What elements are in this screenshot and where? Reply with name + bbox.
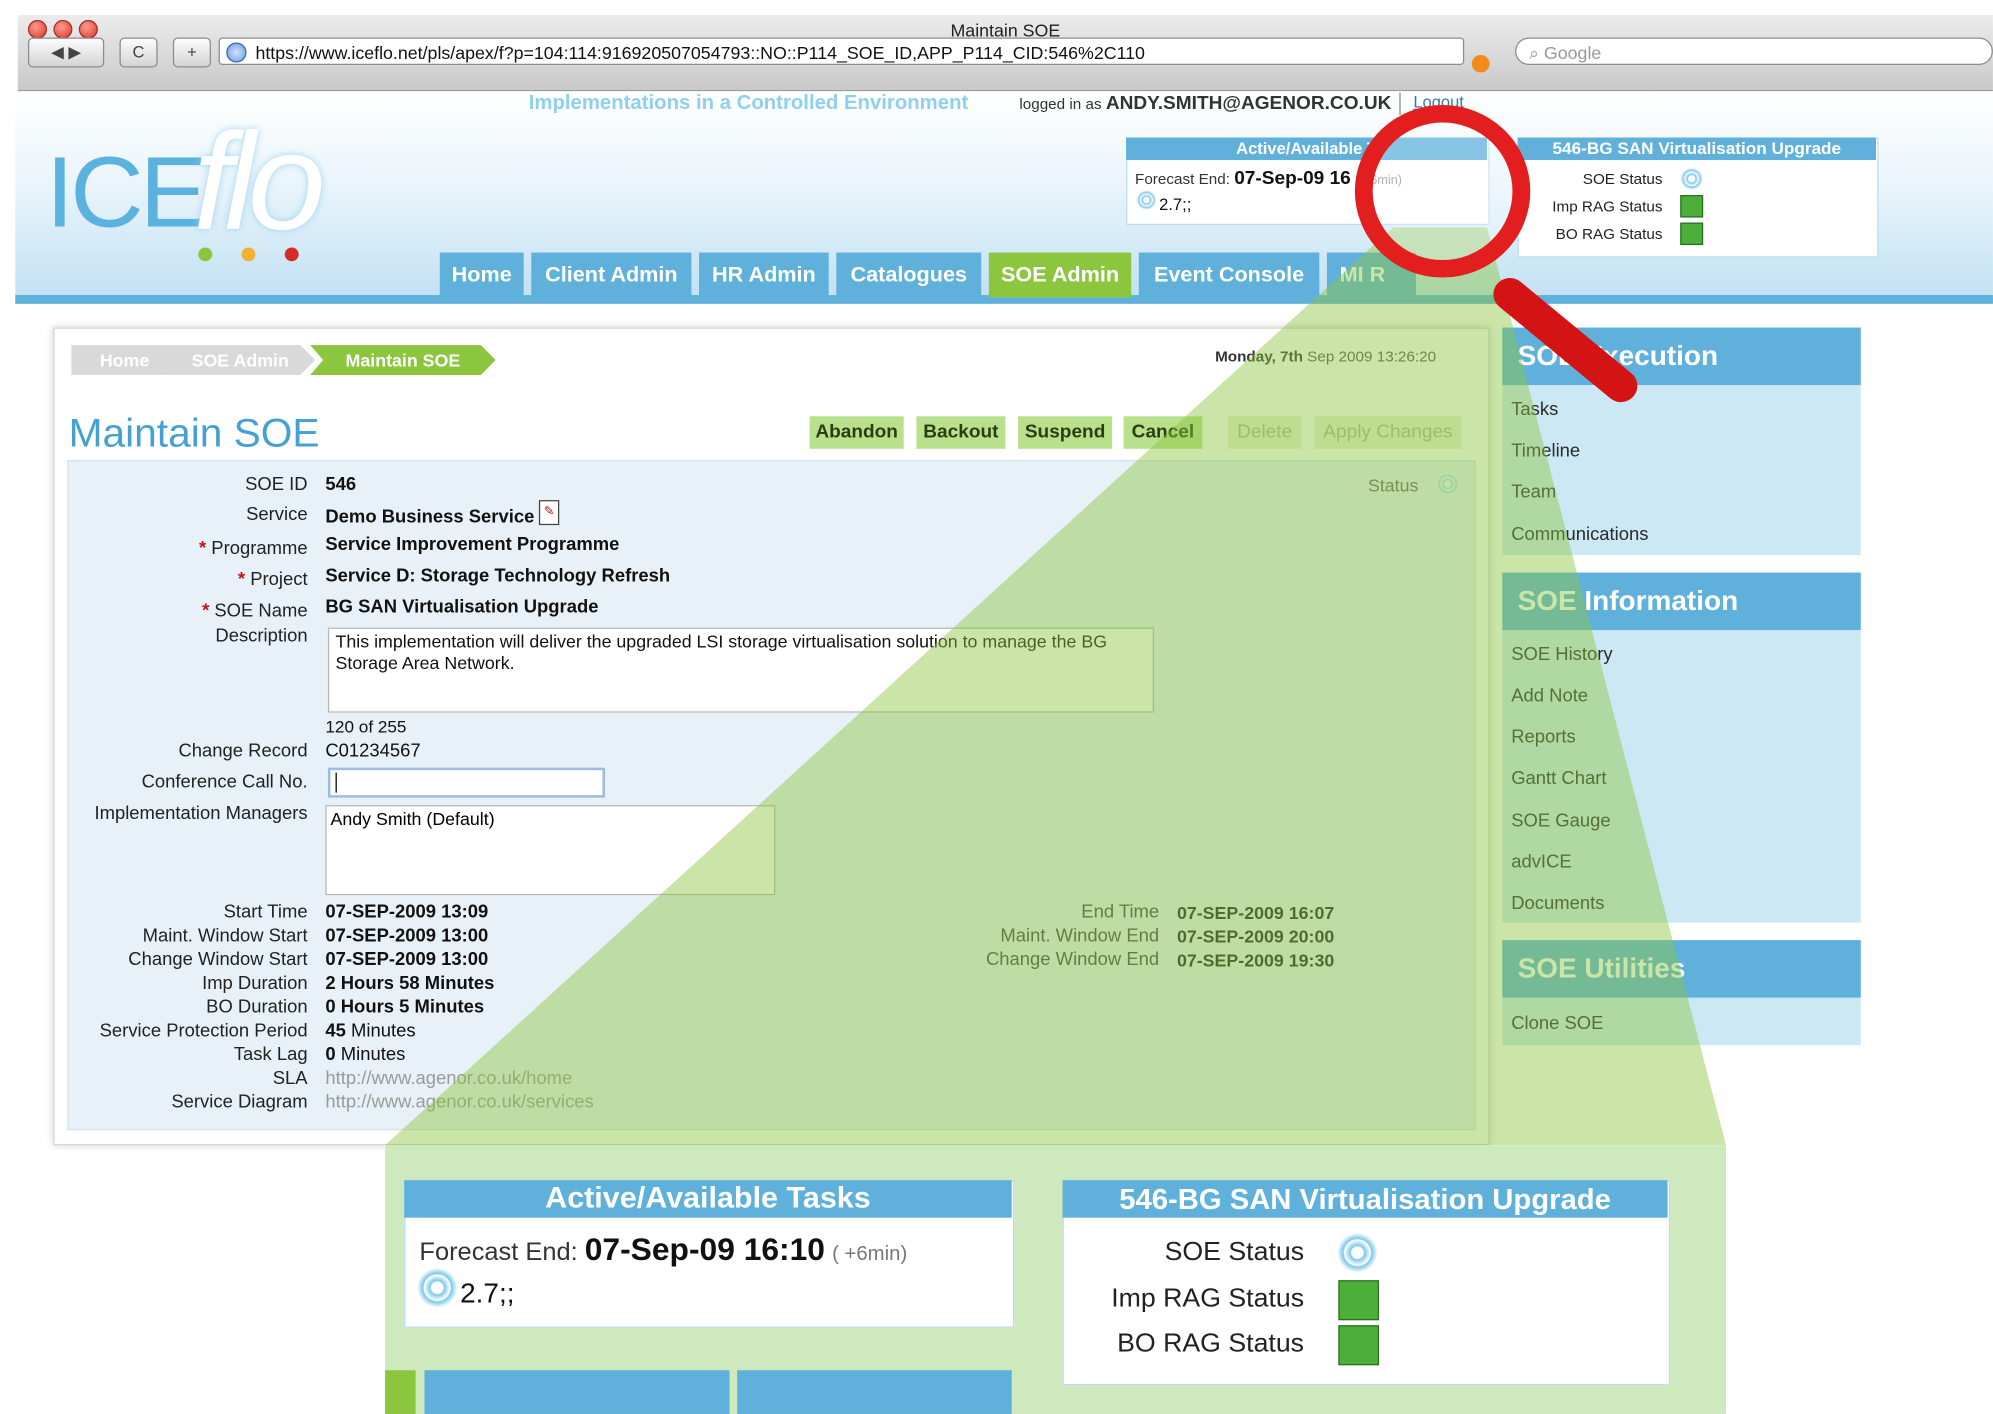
zoom-forecast-delta: ( +6min)	[832, 1243, 908, 1266]
zoom-imp-rag-indicator	[1338, 1280, 1380, 1321]
zoom-snowflake-icon	[416, 1267, 458, 1308]
zoom-forecast-label: Forecast End:	[419, 1238, 578, 1267]
zoom-tasks-value: 2.7;;	[460, 1277, 515, 1309]
zoom-imp-rag-label: Imp RAG Status	[1111, 1283, 1305, 1313]
zoom-tab-fragment	[424, 1370, 730, 1414]
magnifier-lens-icon	[1354, 105, 1531, 278]
zoom-tab-fragment	[737, 1370, 1012, 1414]
zoom-forecast-line: Forecast End: 07-Sep-09 16:10 ( +6min)	[419, 1233, 907, 1269]
zoom-tab-fragment	[385, 1370, 416, 1414]
zoom-status-title: 546-BG SAN Virtualisation Upgrade	[1062, 1180, 1668, 1218]
zoom-bo-rag-indicator	[1338, 1325, 1380, 1366]
zoom-tasks-title: Active/Available Tasks	[404, 1180, 1012, 1218]
zoom-forecast-value: 07-Sep-09 16:10	[584, 1232, 825, 1268]
zoom-beam-shape	[385, 227, 1727, 1146]
zoom-soe-status-label: SOE Status	[1164, 1237, 1305, 1267]
zoom-bo-rag-label: BO RAG Status	[1117, 1328, 1305, 1358]
zoom-soe-status-icon	[1337, 1232, 1378, 1273]
